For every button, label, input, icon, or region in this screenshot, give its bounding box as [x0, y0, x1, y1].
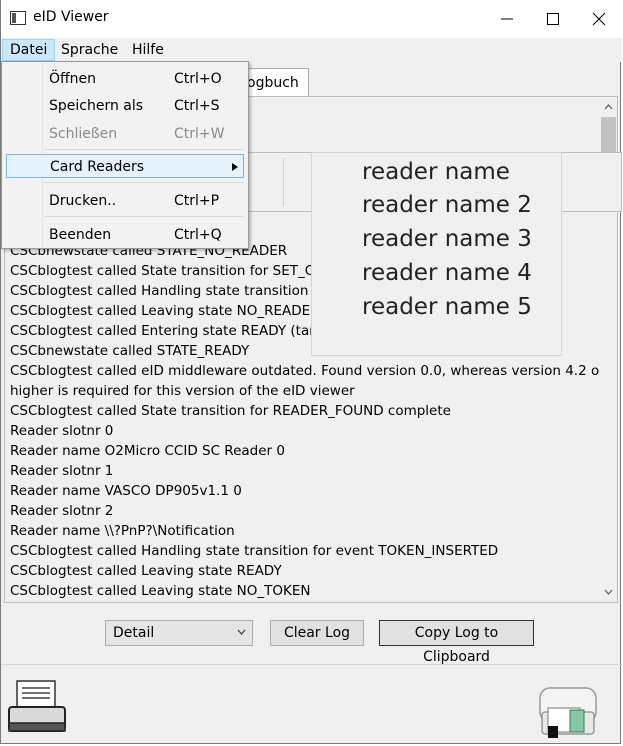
- menu-item-shortcut: Ctrl+Q: [174, 227, 222, 243]
- log-line: Reader slotnr 1: [10, 463, 114, 479]
- menu-separator: [44, 149, 244, 150]
- menu-item-label: Öffnen: [49, 71, 97, 87]
- menu-item-shortcut: Ctrl+P: [174, 193, 220, 209]
- card-reader-icon[interactable]: [534, 682, 604, 740]
- menu-item-save-as[interactable]: Speichern als Ctrl+S: [2, 94, 248, 118]
- submenu-divider: [283, 158, 284, 206]
- menu-item-label: Drucken..: [49, 193, 117, 209]
- log-line: Reader slotnr 2: [10, 503, 114, 519]
- log-line: CSCblogtest called Leaving state NO_TOKE…: [10, 583, 311, 599]
- menu-datei[interactable]: Datei: [2, 39, 56, 61]
- menu-separator: [44, 182, 244, 183]
- close-button[interactable]: [576, 0, 622, 38]
- reader-item-4[interactable]: reader name 4: [362, 256, 532, 290]
- title-bar: eID Viewer: [1, 0, 622, 38]
- log-line: Reader slotnr 0: [10, 423, 114, 439]
- menu-sprache[interactable]: Sprache: [54, 40, 125, 60]
- reader-item-3[interactable]: reader name 3: [362, 222, 532, 256]
- log-level-value: Detail: [113, 625, 155, 641]
- chevron-right-icon: [232, 163, 238, 171]
- reader-item-2[interactable]: reader name 2: [362, 188, 532, 222]
- log-line: higher is required for this version of t…: [10, 383, 355, 399]
- log-line: Reader name VASCO DP905v1.1 0: [10, 483, 242, 499]
- log-line: CSCbnewstate called STATE_READY: [10, 343, 250, 359]
- menu-item-shortcut: Ctrl+W: [174, 126, 225, 142]
- card-readers-submenu: reader name reader name 2 reader name 3 …: [311, 152, 562, 356]
- log-line: CSCblogtest called State transition for …: [10, 263, 324, 279]
- log-line: CSCblogtest called Leaving state READY: [10, 563, 282, 579]
- reader-item-5[interactable]: reader name 5: [362, 290, 532, 324]
- log-line: CSCblogtest called Handling state transi…: [10, 283, 318, 299]
- log-line: CSCblogtest called eID middleware outdat…: [10, 363, 605, 379]
- menu-item-label: Speichern als: [49, 98, 144, 114]
- log-line: Reader name \\?PnP?\Notification: [10, 523, 235, 539]
- scroll-up-icon[interactable]: [604, 103, 613, 112]
- menu-bar: Datei Sprache Hilfe: [1, 38, 622, 62]
- log-line: CSCblogtest called State transition for …: [10, 403, 451, 419]
- log-line: Reader name O2Micro CCID SC Reader 0: [10, 443, 285, 459]
- log-line: CSCblogtest called Entering state READY …: [10, 323, 324, 339]
- minimize-icon: [501, 18, 513, 20]
- menu-separator: [44, 216, 244, 217]
- window-title: eID Viewer: [33, 9, 109, 25]
- menu-item-close: Schließen Ctrl+W: [2, 122, 248, 146]
- minimize-button[interactable]: [484, 0, 530, 38]
- maximize-button[interactable]: [530, 0, 576, 38]
- printer-icon[interactable]: [7, 679, 67, 737]
- menu-item-label: Beenden: [49, 227, 112, 243]
- datei-menu: Öffnen Ctrl+O Speichern als Ctrl+S Schli…: [1, 61, 249, 249]
- main-window: eID Viewer Datei Sprache Hilfe ogbuch ra…: [0, 0, 622, 744]
- scroll-down-icon[interactable]: [604, 587, 613, 596]
- menu-item-card-readers[interactable]: Card Readers: [6, 154, 244, 178]
- menu-item-open[interactable]: Öffnen Ctrl+O: [2, 67, 248, 91]
- menu-item-shortcut: Ctrl+S: [174, 98, 220, 114]
- log-line: CSCblogtest called Handling state transi…: [10, 543, 499, 559]
- menu-hilfe[interactable]: Hilfe: [125, 40, 171, 60]
- menu-item-shortcut: Ctrl+O: [174, 71, 222, 87]
- menu-item-label: Card Readers: [50, 159, 145, 175]
- copy-log-button[interactable]: Copy Log to Clipboard: [379, 620, 534, 665]
- divider: [1, 664, 622, 665]
- close-icon: [592, 12, 606, 26]
- window-icon: [10, 11, 26, 25]
- menu-item-quit[interactable]: Beenden Ctrl+Q: [2, 223, 248, 247]
- reader-item-1[interactable]: reader name: [362, 155, 510, 189]
- log-line: CSCblogtest called Leaving state NO_READ…: [10, 303, 320, 319]
- maximize-icon: [547, 13, 559, 25]
- menu-item-print[interactable]: Drucken.. Ctrl+P: [2, 189, 248, 213]
- clear-log-button[interactable]: Clear Log: [270, 620, 364, 646]
- log-level-select[interactable]: Detail: [105, 620, 253, 646]
- chevron-down-icon: [237, 629, 246, 635]
- menu-item-label: Schließen: [49, 126, 118, 142]
